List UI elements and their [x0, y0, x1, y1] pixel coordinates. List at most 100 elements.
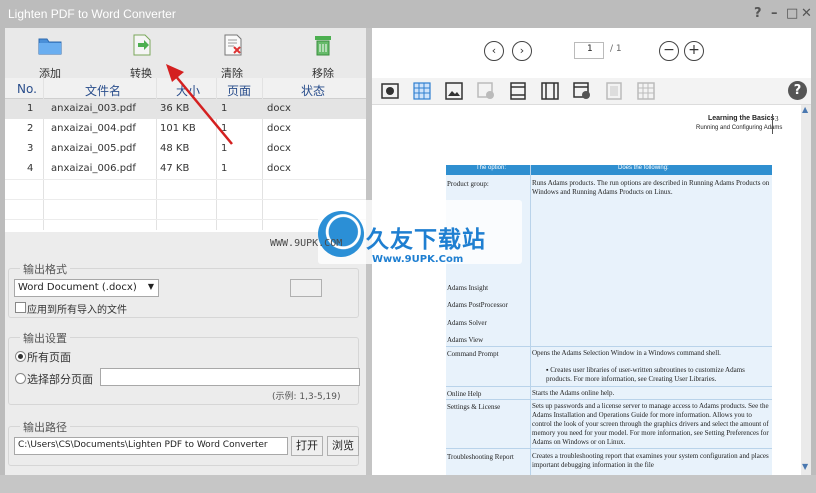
trash-icon: [315, 36, 331, 56]
doc-row-label: Adams View: [447, 336, 484, 344]
output-path-value: C:\Users\CS\Documents\Lighten PDF to Wor…: [18, 440, 268, 450]
doc-row-separator: [446, 386, 772, 387]
row-separator: [5, 219, 366, 220]
row-status: docx: [267, 103, 291, 114]
column-layout-icon[interactable]: [541, 82, 559, 100]
format-options-button[interactable]: [290, 279, 322, 297]
apply-all-label: 应用到所有导入的文件: [27, 305, 127, 316]
doc-row-label: Adams Insight: [447, 284, 489, 292]
output-path-label: 输出路径: [20, 419, 70, 435]
row-number: 4: [27, 163, 34, 174]
output-format-select[interactable]: Word Document (.docx) ▼: [14, 279, 159, 297]
remove-button[interactable]: 移除: [293, 34, 353, 80]
scroll-up-icon[interactable]: ▲: [802, 105, 808, 114]
doc-col-following: Does the following:: [618, 165, 669, 171]
doc-row-text: Creates a troubleshooting report that ex…: [532, 452, 769, 469]
add-button[interactable]: 添加: [20, 34, 80, 80]
table-grid-icon[interactable]: [637, 82, 655, 100]
annotation-arrow-icon: [166, 64, 233, 145]
scroll-down-icon[interactable]: ▼: [802, 462, 808, 471]
row-number: 3: [27, 143, 34, 154]
page-number-input[interactable]: 1: [574, 42, 604, 59]
row-filename: anxaizai_006.pdf: [51, 163, 136, 174]
close-button[interactable]: ✕: [801, 6, 812, 21]
output-format-value: Word Document (.docx): [18, 282, 137, 293]
table-row[interactable]: 4 anxaizai_006.pdf 47 KB 1 docx: [5, 159, 366, 179]
doc-row-separator: [446, 448, 772, 449]
preview-scrollbar[interactable]: ▲ ▼: [801, 105, 811, 475]
browse-button[interactable]: 浏览: [327, 436, 359, 456]
row-number: 2: [27, 123, 34, 134]
doc-header-page: 3: [775, 115, 779, 123]
convert-icon: [133, 34, 151, 56]
column-status[interactable]: 状态: [301, 82, 325, 99]
table-remove-icon[interactable]: [573, 82, 591, 100]
zoom-in-button[interactable]: +: [684, 41, 704, 61]
page-total: / 1: [610, 44, 622, 54]
doc-row-label: Adams Solver: [447, 319, 487, 327]
doc-table-divider: [530, 165, 531, 475]
row-layout-icon[interactable]: [509, 82, 527, 100]
doc-row-bullet: ▪ Creates user libraries of user-written…: [546, 366, 745, 383]
row-number: 1: [27, 103, 34, 114]
folder-icon: [38, 38, 62, 55]
doc-row-text: Starts the Adams online help.: [532, 389, 615, 397]
eye-icon[interactable]: [381, 82, 399, 100]
minimize-button[interactable]: –: [771, 6, 778, 21]
image-remove-icon[interactable]: [477, 82, 495, 100]
doc-header-title: Learning the Basics: [708, 115, 775, 122]
page-current: 1: [587, 44, 593, 54]
page-range-example: (示例: 1,3-5,19): [272, 392, 341, 402]
doc-row-label: Settings & License: [447, 403, 501, 411]
doc-table-header: The option: Does the following:: [446, 165, 772, 175]
grid-icon[interactable]: [413, 82, 431, 100]
doc-row-text: Sets up passwords and a license server t…: [532, 402, 769, 446]
title-bar: Lighten PDF to Word Converter ? – □ ✕: [0, 0, 816, 28]
clear-document-icon: [224, 34, 242, 56]
output-format-label: 输出格式: [20, 261, 70, 277]
doc-row-separator: [446, 346, 772, 347]
open-folder-button[interactable]: 打开: [291, 436, 323, 456]
doc-row-label: Online Help: [447, 390, 482, 398]
page-range-input[interactable]: [100, 368, 360, 386]
doc-row-label: Adams PostProcessor: [447, 301, 508, 309]
column-filename[interactable]: 文件名: [85, 82, 121, 99]
frame-right: [811, 28, 816, 475]
watermark-www: WWW.9UPK.COM: [270, 238, 343, 249]
doc-header-subtitle: Running and Configuring Adams: [696, 125, 783, 131]
column-no[interactable]: No.: [17, 82, 37, 96]
row-pages: 1: [221, 163, 228, 174]
chevron-down-icon: ▼: [147, 282, 154, 291]
row-filename: anxaizai_005.pdf: [51, 143, 136, 154]
prev-page-button[interactable]: ‹: [484, 41, 504, 61]
doc-row-label: Product group:: [447, 180, 489, 188]
maximize-button[interactable]: □: [786, 6, 798, 21]
row-status: docx: [267, 163, 291, 174]
frame-icon[interactable]: [605, 82, 623, 100]
help-icon[interactable]: ?: [788, 81, 807, 100]
viewer-nav: ‹ › 1 / 1 − +: [372, 28, 811, 79]
doc-row-label: Command Prompt: [447, 350, 499, 358]
next-page-button[interactable]: ›: [512, 41, 532, 61]
output-path-input[interactable]: C:\Users\CS\Documents\Lighten PDF to Wor…: [14, 437, 288, 455]
doc-row-text: Runs Adams products. The run options are…: [532, 179, 770, 196]
watermark-logo-icon: [318, 211, 364, 257]
row-separator: [5, 199, 366, 200]
apply-all-checkbox[interactable]: [15, 302, 26, 313]
doc-row-separator: [446, 399, 772, 400]
doc-row-label: Troubleshooting Report: [447, 453, 514, 461]
some-pages-label: 选择部分页面: [27, 373, 93, 386]
output-settings-label: 输出设置: [20, 330, 70, 346]
some-pages-radio[interactable]: [15, 373, 26, 384]
row-size: 47 KB: [160, 163, 190, 174]
doc-col-option: The option:: [476, 165, 507, 171]
row-filename: anxaizai_004.pdf: [51, 123, 136, 134]
zoom-out-button[interactable]: −: [659, 41, 679, 61]
doc-row-text: Opens the Adams Selection Window in a Wi…: [532, 349, 721, 357]
watermark-brand: 久友下载站: [366, 227, 486, 253]
all-pages-radio[interactable]: [15, 351, 26, 362]
row-status: docx: [267, 143, 291, 154]
doc-header-rule: [772, 114, 773, 134]
image-icon[interactable]: [445, 82, 463, 100]
help-button[interactable]: ?: [754, 6, 762, 21]
